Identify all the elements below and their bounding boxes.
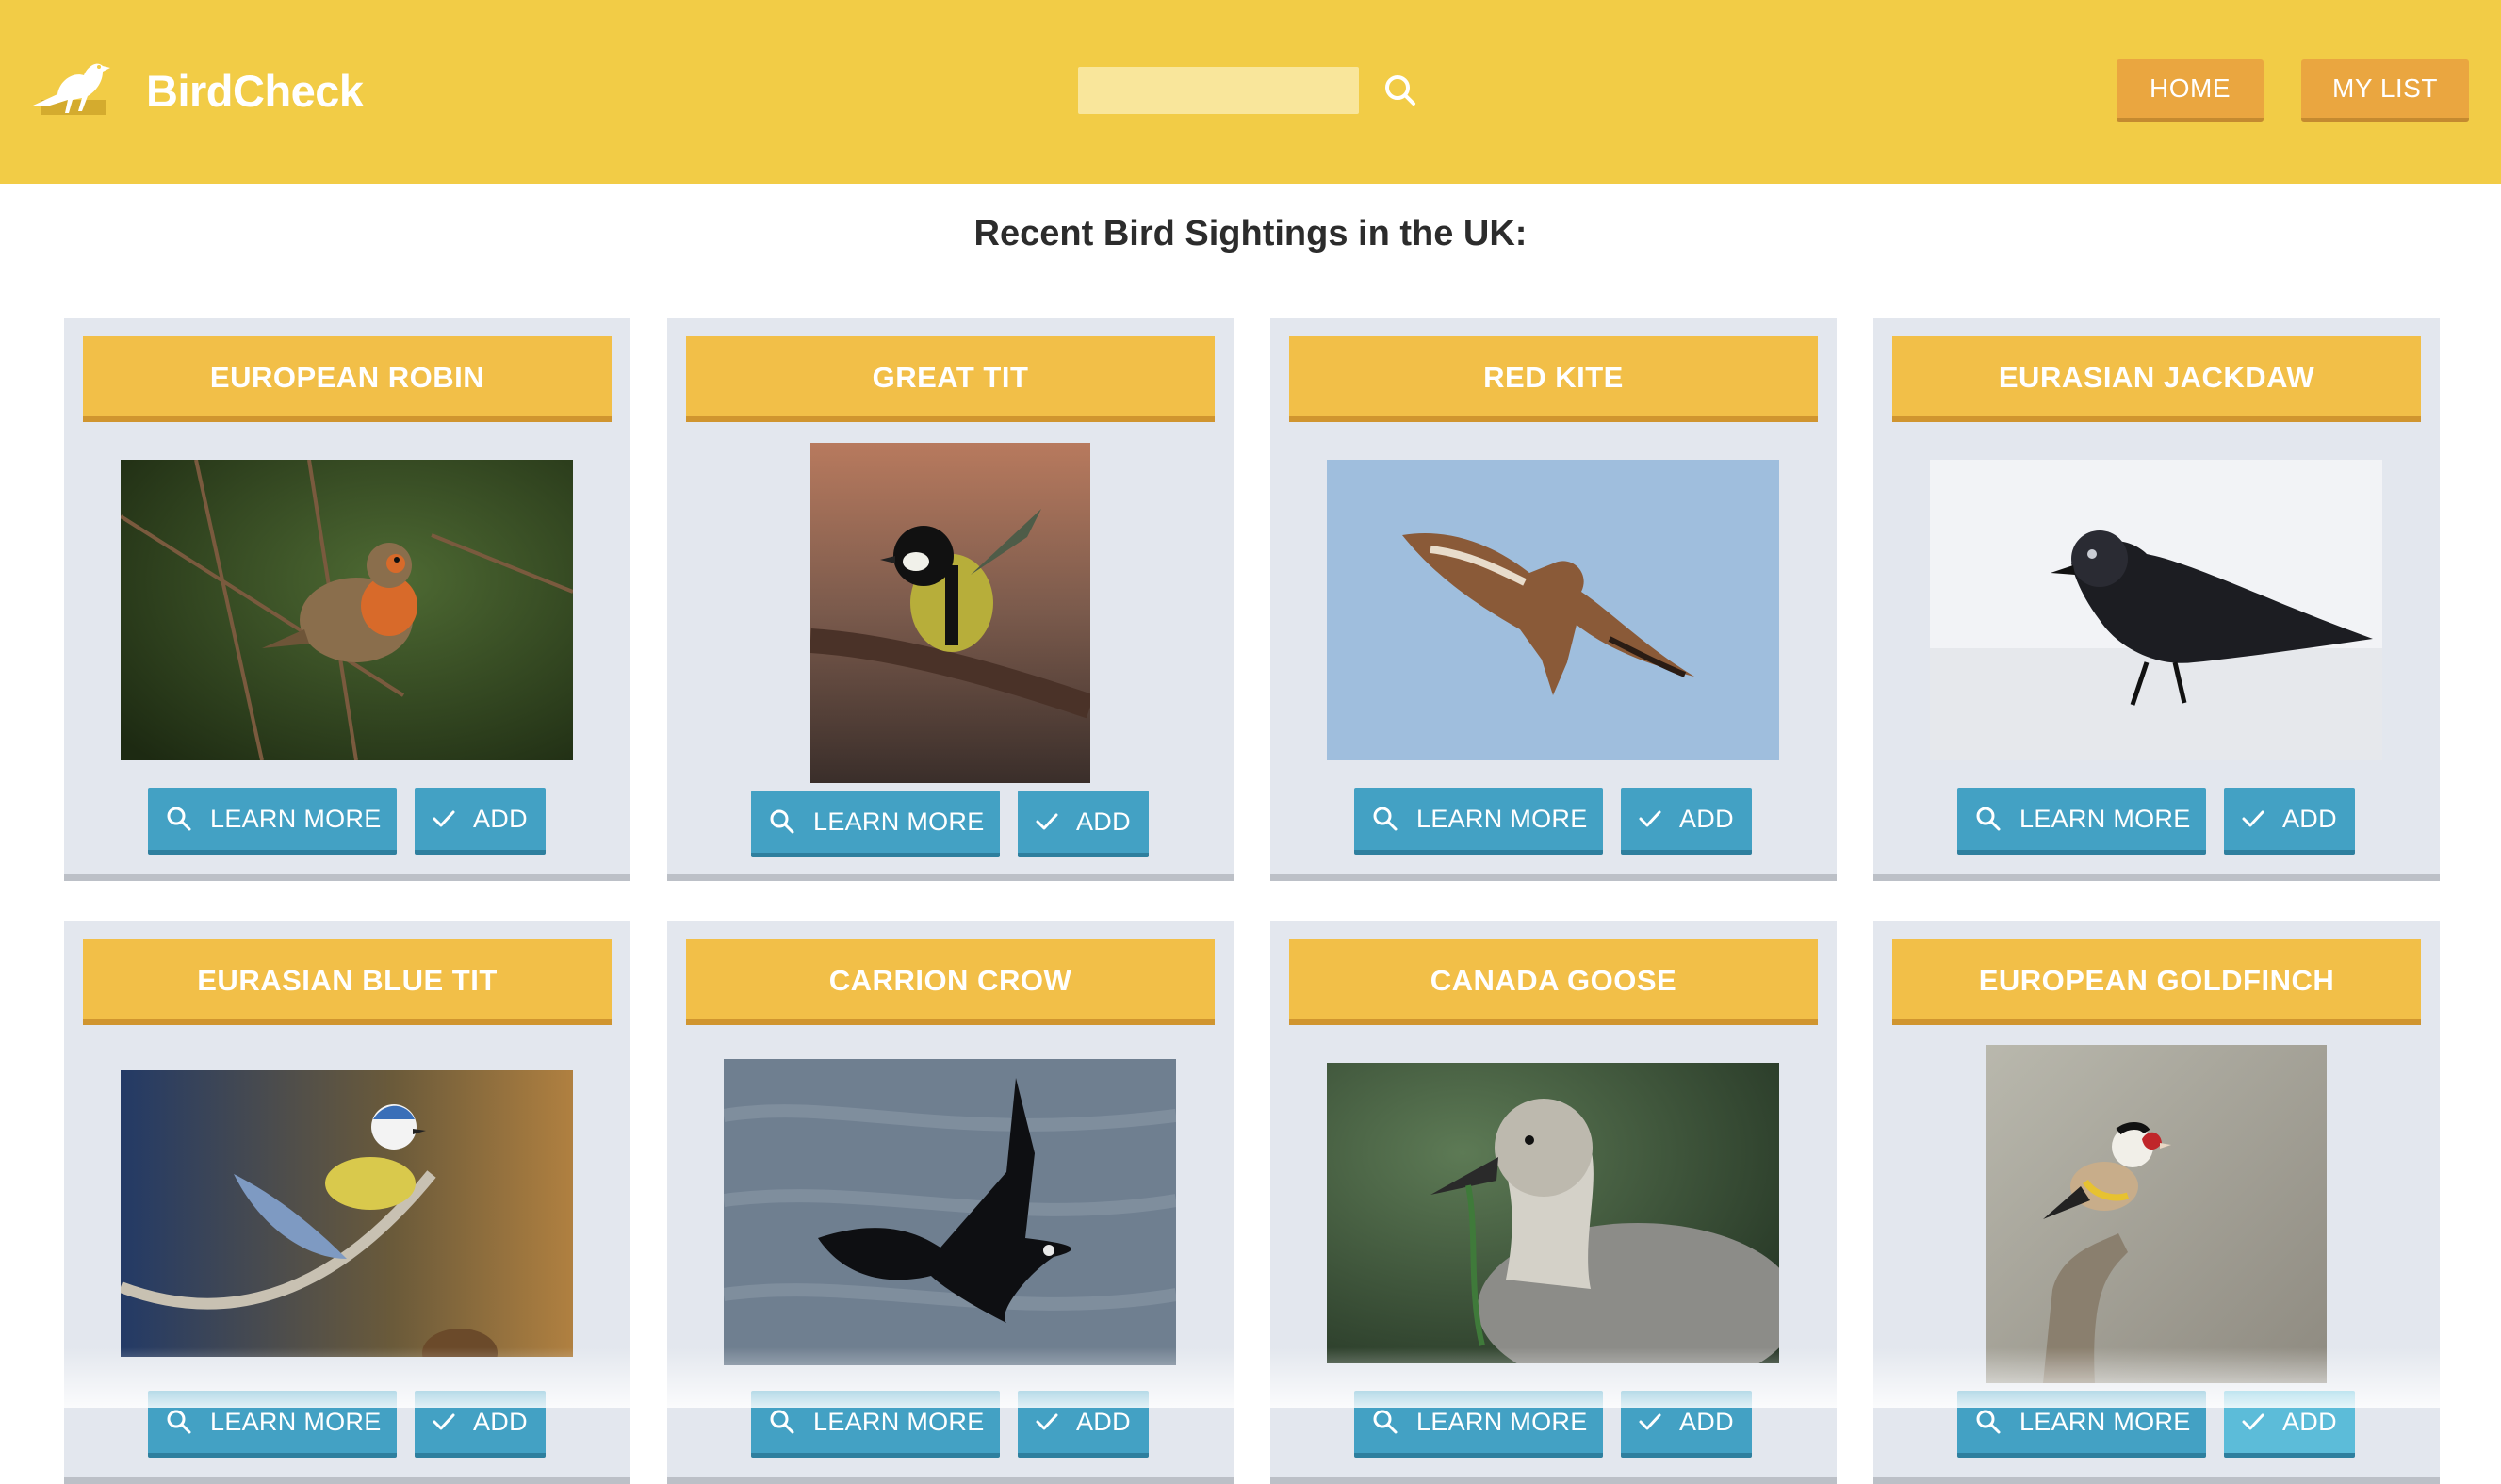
add-label: ADD	[1076, 807, 1131, 836]
bird-card-title: CANADA GOOSE	[1289, 939, 1818, 1025]
carrion-crow-photo	[724, 1059, 1176, 1365]
search-icon	[1373, 1410, 1398, 1434]
european-goldfinch-photo	[1986, 1045, 2327, 1383]
bird-card: GREAT TIT LEARN MORE ADD	[667, 318, 1234, 881]
add-label: ADD	[2282, 1408, 2337, 1436]
learn-more-button[interactable]: LEARN MORE	[148, 1391, 397, 1458]
search-button[interactable]	[1379, 69, 1424, 112]
bird-card-title: EURASIAN JACKDAW	[1892, 336, 2421, 422]
bird-card: EURASIAN BLUE TIT LEARN MORE ADD	[64, 921, 630, 1484]
add-label: ADD	[473, 805, 528, 833]
search-icon	[1976, 1410, 2001, 1434]
add-label: ADD	[1679, 1408, 1734, 1436]
check-icon	[1036, 813, 1058, 830]
bird-logo-icon[interactable]	[31, 53, 112, 117]
bird-card-title: CARRION CROW	[686, 939, 1215, 1025]
bird-card: RED KITE LEARN MORE ADD	[1270, 318, 1837, 881]
red-kite-photo	[1327, 460, 1779, 760]
learn-more-label: LEARN MORE	[2019, 1408, 2191, 1436]
canada-goose-photo	[1327, 1063, 1779, 1363]
my-list-nav-button[interactable]: MY LIST	[2301, 59, 2469, 122]
search-icon	[1373, 807, 1398, 831]
learn-more-button[interactable]: LEARN MORE	[1957, 1391, 2206, 1458]
great-tit-photo	[810, 443, 1090, 783]
learn-more-label: LEARN MORE	[813, 1408, 985, 1436]
add-label: ADD	[1679, 805, 1734, 833]
bird-card-title: EUROPEAN GOLDFINCH	[1892, 939, 2421, 1025]
search-icon	[167, 1410, 191, 1434]
search-icon	[770, 809, 794, 834]
check-icon	[2242, 810, 2264, 827]
learn-more-label: LEARN MORE	[1416, 805, 1588, 833]
add-label: ADD	[2282, 805, 2337, 833]
learn-more-button[interactable]: LEARN MORE	[751, 1391, 1000, 1458]
check-icon	[1036, 1413, 1058, 1430]
search-input[interactable]	[1078, 67, 1359, 114]
search-icon	[770, 1410, 794, 1434]
learn-more-label: LEARN MORE	[2019, 805, 2191, 833]
bird-card-title: EURASIAN BLUE TIT	[83, 939, 612, 1025]
brand-name[interactable]: BirdCheck	[146, 60, 364, 122]
learn-more-button[interactable]: LEARN MORE	[148, 788, 397, 855]
search-icon	[167, 807, 191, 831]
bird-card: EURASIAN JACKDAW LEARN MORE ADD	[1873, 318, 2440, 881]
learn-more-button[interactable]: LEARN MORE	[1957, 788, 2206, 855]
add-button[interactable]: ADD	[2224, 788, 2355, 855]
bird-card-title: EUROPEAN ROBIN	[83, 336, 612, 422]
european-robin-photo	[121, 460, 573, 760]
add-label: ADD	[473, 1408, 528, 1436]
check-icon	[2242, 1413, 2264, 1430]
add-button[interactable]: ADD	[415, 1391, 546, 1458]
check-icon	[1639, 810, 1661, 827]
check-icon	[1639, 1413, 1661, 1430]
learn-more-button[interactable]: LEARN MORE	[1354, 788, 1603, 855]
add-button[interactable]: ADD	[1621, 788, 1752, 855]
learn-more-label: LEARN MORE	[210, 805, 382, 833]
bird-card: CARRION CROW LEARN MORE ADD	[667, 921, 1234, 1484]
check-icon	[433, 1413, 455, 1430]
search-icon	[1976, 807, 2001, 831]
learn-more-label: LEARN MORE	[1416, 1408, 1588, 1436]
search-icon	[1385, 75, 1415, 106]
home-nav-button[interactable]: HOME	[2117, 59, 2264, 122]
learn-more-button[interactable]: LEARN MORE	[1354, 1391, 1603, 1458]
add-button[interactable]: ADD	[2224, 1391, 2355, 1458]
eurasian-blue-tit-photo	[121, 1070, 573, 1357]
learn-more-label: LEARN MORE	[210, 1408, 382, 1436]
bird-card-title: RED KITE	[1289, 336, 1818, 422]
learn-more-button[interactable]: LEARN MORE	[751, 791, 1000, 857]
page-title: Recent Bird Sightings in the UK:	[973, 214, 1528, 253]
top-navbar: BirdCheck HOME MY LIST	[0, 0, 2501, 184]
bird-card: EUROPEAN GOLDFINCH LEARN MORE ADD	[1873, 921, 2440, 1484]
add-button[interactable]: ADD	[415, 788, 546, 855]
add-label: ADD	[1076, 1408, 1131, 1436]
add-button[interactable]: ADD	[1621, 1391, 1752, 1458]
add-button[interactable]: ADD	[1018, 791, 1149, 857]
check-icon	[433, 810, 455, 827]
bird-card: EUROPEAN ROBIN LEARN MORE ADD	[64, 318, 630, 881]
bird-card: CANADA GOOSE LEARN MORE ADD	[1270, 921, 1837, 1484]
add-button[interactable]: ADD	[1018, 1391, 1149, 1458]
learn-more-label: LEARN MORE	[813, 807, 985, 836]
eurasian-jackdaw-photo	[1930, 460, 2382, 760]
bird-card-title: GREAT TIT	[686, 336, 1215, 422]
